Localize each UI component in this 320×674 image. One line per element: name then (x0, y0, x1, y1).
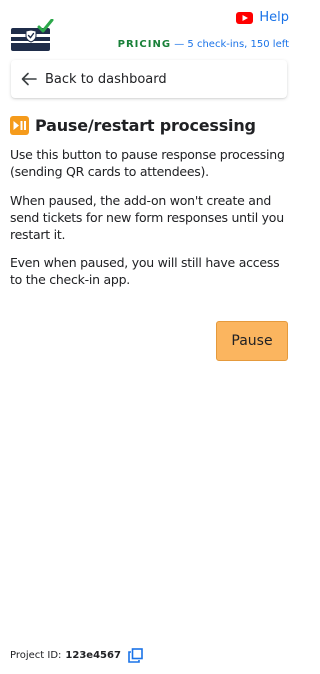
play-pause-emoji-icon (10, 115, 29, 135)
section-title: Pause/restart processing (35, 115, 256, 135)
project-id-value: 123e4567 (65, 650, 121, 661)
project-id-label: Project ID: (10, 650, 62, 661)
arrow-left-icon (11, 72, 37, 86)
back-to-dashboard-button[interactable]: Back to dashboard (11, 60, 287, 98)
description-paragraph-3: Even when paused, you will still have ac… (10, 255, 280, 287)
youtube-play-icon (236, 12, 254, 24)
description-paragraph-1: Use this button to pause response proces… (10, 147, 285, 179)
header: Help PRICING — 5 check-ins, 150 left (0, 0, 299, 58)
pricing-separator: — (174, 39, 185, 50)
help-label: Help (259, 10, 289, 25)
footer: Project ID: 123e4567 (10, 648, 143, 663)
help-link[interactable]: Help (236, 10, 289, 26)
pricing-info: PRICING — 5 check-ins, 150 left (118, 38, 289, 52)
section-header: Pause/restart processing (10, 112, 290, 138)
copy-icon[interactable] (121, 648, 143, 663)
description-paragraph-2: When paused, the add-on won't create and… (10, 193, 284, 242)
pricing-link[interactable]: PRICING (118, 39, 171, 50)
pause-section: Pause/restart processing Use this button… (10, 112, 290, 287)
pause-button[interactable]: Pause (216, 321, 288, 361)
pricing-detail: 5 check-ins, 150 left (187, 39, 289, 50)
ticket-check-logo-icon (10, 18, 54, 53)
back-to-dashboard-label: Back to dashboard (45, 71, 167, 87)
